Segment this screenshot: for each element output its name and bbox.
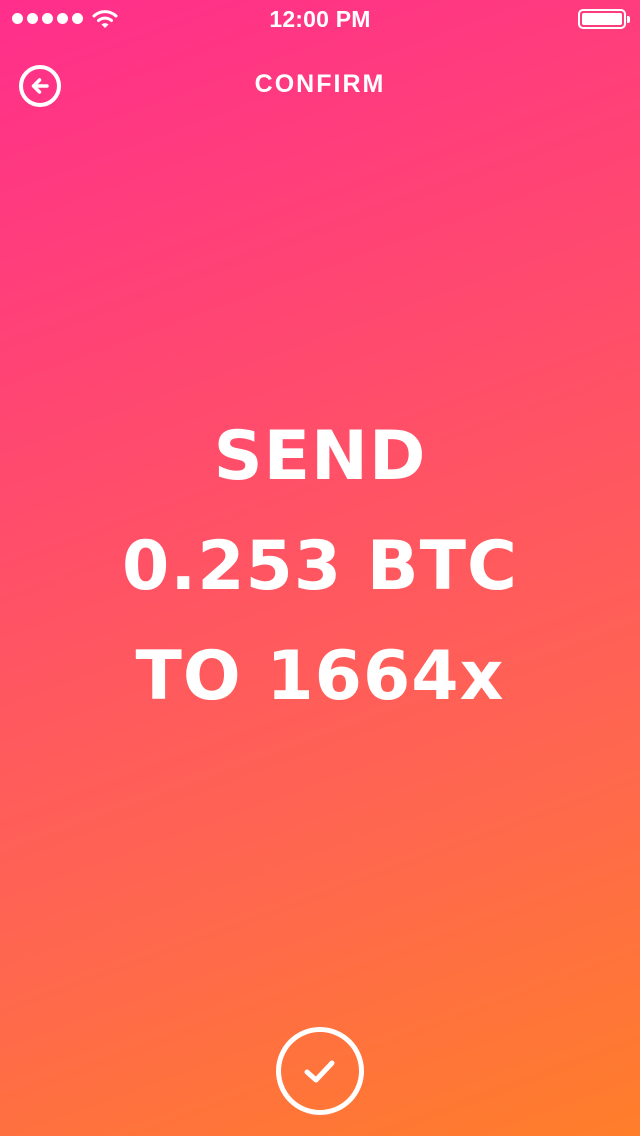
confirm-button[interactable] bbox=[276, 1027, 364, 1115]
nav-bar: CONFIRM bbox=[0, 60, 640, 110]
battery-fill bbox=[582, 13, 622, 25]
status-bar: 12:00 PM bbox=[0, 0, 640, 40]
status-time: 12:00 PM bbox=[269, 6, 371, 32]
send-summary: SEND 0.253 BTC TO 1664x bbox=[0, 402, 640, 732]
page-title: CONFIRM bbox=[254, 70, 386, 98]
checkmark-icon bbox=[304, 1060, 335, 1083]
battery-icon bbox=[578, 9, 630, 29]
confirm-screen: 12:00 PM CONFIRM SEND 0.253 BTC TO 1664x bbox=[0, 0, 640, 1136]
send-amount: 0.253 BTC bbox=[122, 527, 518, 606]
send-recipient: TO 1664x bbox=[135, 637, 505, 716]
send-label: SEND bbox=[213, 417, 427, 496]
